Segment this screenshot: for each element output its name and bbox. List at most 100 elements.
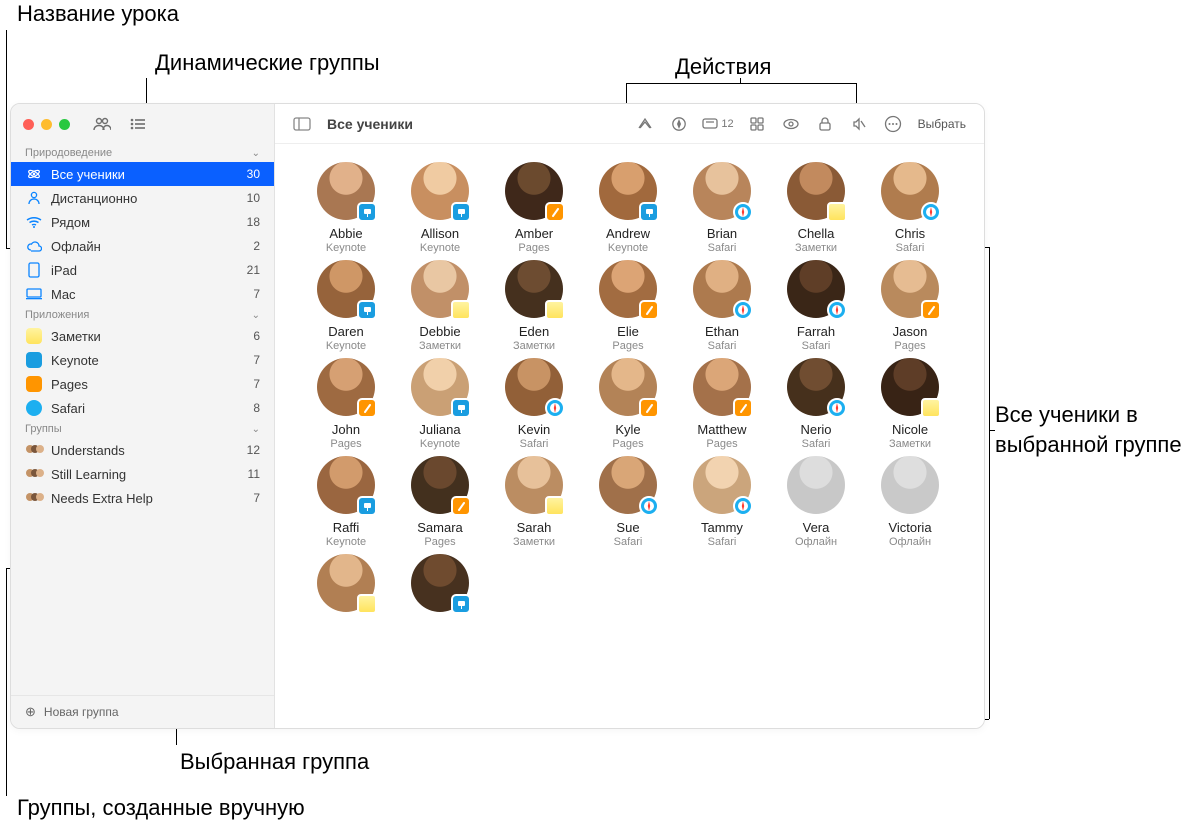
student-cell[interactable]: SamaraPages: [395, 456, 485, 548]
avatar: [881, 260, 939, 318]
sidebar-item-дистанционно[interactable]: Дистанционно10: [11, 186, 274, 210]
student-name: Victoria: [888, 520, 931, 535]
student-cell[interactable]: ChellaЗаметки: [771, 162, 861, 254]
student-name: Matthew: [697, 422, 746, 437]
safari-badge-icon: [733, 202, 753, 222]
student-cell[interactable]: EdenЗаметки: [489, 260, 579, 352]
section-header-groups[interactable]: Группы ⌄: [11, 420, 274, 438]
sidebar-item-keynote[interactable]: Keynote7: [11, 348, 274, 372]
student-cell[interactable]: NerioSafari: [771, 358, 861, 450]
section-header-apps[interactable]: Приложения ⌄: [11, 306, 274, 324]
avatar: [411, 162, 469, 220]
keynote-badge-icon: [357, 202, 377, 222]
sidebar-item-mac[interactable]: Mac7: [11, 282, 274, 306]
sidebar-item-count: 6: [253, 329, 260, 343]
avatar: [317, 162, 375, 220]
chevron-down-icon: ⌄: [252, 310, 260, 321]
student-cell[interactable]: [301, 554, 391, 619]
action-lock-button[interactable]: [810, 112, 840, 136]
minimize-icon[interactable]: [41, 119, 52, 130]
avatar: [317, 260, 375, 318]
main-content: Все ученики 12: [275, 104, 984, 728]
student-cell[interactable]: VeraОфлайн: [771, 456, 861, 548]
action-navigate-button[interactable]: [664, 112, 694, 136]
student-cell[interactable]: EthanSafari: [677, 260, 767, 352]
student-cell[interactable]: TammySafari: [677, 456, 767, 548]
action-mute-button[interactable]: [844, 112, 874, 136]
avatar: [787, 456, 845, 514]
safari-badge-icon: [733, 300, 753, 320]
sidebar-item-count: 8: [253, 401, 260, 415]
callout-lesson-title: Название урока: [17, 1, 179, 27]
student-name: Abbie: [329, 226, 362, 241]
student-cell[interactable]: AmberPages: [489, 162, 579, 254]
student-cell[interactable]: RaffiKeynote: [301, 456, 391, 548]
action-apps-button[interactable]: [742, 112, 772, 136]
safari-badge-icon: [639, 496, 659, 516]
sidebar-item-рядом[interactable]: Рядом18: [11, 210, 274, 234]
sidebar-item-needs-extra-help[interactable]: Needs Extra Help7: [11, 486, 274, 510]
pages-badge-icon: [357, 398, 377, 418]
keynote-badge-icon: [451, 398, 471, 418]
student-cell[interactable]: BrianSafari: [677, 162, 767, 254]
page-title: Все ученики: [327, 116, 413, 132]
student-cell[interactable]: AllisonKeynote: [395, 162, 485, 254]
student-cell[interactable]: AndrewKeynote: [583, 162, 673, 254]
student-cell[interactable]: DarenKeynote: [301, 260, 391, 352]
student-app-label: Офлайн: [795, 536, 837, 548]
sidebar-item-safari[interactable]: Safari8: [11, 396, 274, 420]
student-cell[interactable]: FarrahSafari: [771, 260, 861, 352]
keynote-icon: [25, 351, 43, 369]
student-cell[interactable]: JasonPages: [865, 260, 955, 352]
student-cell[interactable]: AbbieKeynote: [301, 162, 391, 254]
new-group-button[interactable]: ⊕ Новая группа: [11, 695, 274, 728]
student-cell[interactable]: DebbieЗаметки: [395, 260, 485, 352]
student-cell[interactable]: KylePages: [583, 358, 673, 450]
student-cell[interactable]: SarahЗаметки: [489, 456, 579, 548]
close-icon[interactable]: [23, 119, 34, 130]
student-cell[interactable]: VictoriaОфлайн: [865, 456, 955, 548]
student-cell[interactable]: JulianaKeynote: [395, 358, 485, 450]
sidebar-list-button[interactable]: [124, 113, 152, 135]
sidebar-item-understands[interactable]: Understands12: [11, 438, 274, 462]
student-cell[interactable]: MatthewPages: [677, 358, 767, 450]
student-cell[interactable]: KevinSafari: [489, 358, 579, 450]
sidebar-item-label: Needs Extra Help: [51, 491, 247, 506]
traffic-lights[interactable]: [23, 119, 70, 130]
maximize-icon[interactable]: [59, 119, 70, 130]
sidebar-item-ipad[interactable]: iPad21: [11, 258, 274, 282]
sidebar-item-label: Keynote: [51, 353, 247, 368]
student-cell[interactable]: ChrisSafari: [865, 162, 955, 254]
group-icon: [25, 489, 43, 507]
student-cell[interactable]: NicoleЗаметки: [865, 358, 955, 450]
keynote-badge-icon: [357, 300, 377, 320]
chevron-down-icon: ⌄: [252, 424, 260, 435]
sidebar-item-still-learning[interactable]: Still Learning11: [11, 462, 274, 486]
action-airdrop-button[interactable]: 12: [698, 112, 737, 136]
callout-actions: Действия: [675, 54, 771, 80]
student-app-label: Safari: [802, 438, 831, 450]
student-app-label: Заметки: [513, 340, 555, 352]
section-header-class[interactable]: Природоведение ⌄: [11, 144, 274, 162]
toolbar: Все ученики 12: [275, 104, 984, 144]
action-screens-button[interactable]: [776, 112, 806, 136]
student-app-label: Pages: [612, 340, 643, 352]
new-group-label: Новая группа: [44, 705, 119, 719]
student-cell[interactable]: SueSafari: [583, 456, 673, 548]
student-name: Vera: [803, 520, 830, 535]
select-button[interactable]: Выбрать: [912, 112, 972, 136]
sidebar-item-заметки[interactable]: Заметки 6: [11, 324, 274, 348]
sidebar-people-button[interactable]: [88, 113, 116, 135]
action-open-button[interactable]: [630, 112, 660, 136]
sidebar-item-pages[interactable]: Pages7: [11, 372, 274, 396]
action-more-button[interactable]: [878, 112, 908, 136]
sidebar-item-все-ученики[interactable]: Все ученики30: [11, 162, 274, 186]
sidebar-item-label: Заметки: [51, 329, 247, 344]
student-cell[interactable]: JohnPages: [301, 358, 391, 450]
student-app-label: Pages: [330, 438, 361, 450]
toggle-sidebar-button[interactable]: [287, 112, 317, 136]
student-cell[interactable]: [395, 554, 485, 619]
student-name: Chella: [798, 226, 835, 241]
sidebar-item-офлайн[interactable]: Офлайн2: [11, 234, 274, 258]
student-cell[interactable]: EliePages: [583, 260, 673, 352]
